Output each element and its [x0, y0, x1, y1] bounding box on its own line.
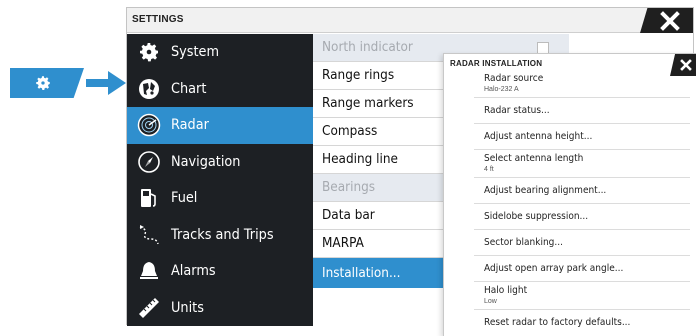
option-label: Installation...	[322, 265, 401, 281]
adjust-antenna-height-item[interactable]: Adjust antenna height...	[474, 124, 690, 150]
gear-icon	[36, 76, 50, 91]
settings-title: SETTINGS	[132, 14, 184, 25]
menu-item-units[interactable]: Units	[127, 290, 313, 327]
radar-installation-title: RADAR INSTALLATION	[450, 59, 543, 68]
select-antenna-length-item[interactable]: Select antenna length 4 ft	[474, 150, 690, 178]
tracks-icon	[127, 217, 171, 253]
ruler-icon	[127, 290, 171, 326]
option-label: Range rings	[322, 68, 395, 83]
menu-item-label: Radar	[171, 117, 209, 134]
option-label: Data bar	[322, 208, 375, 223]
sector-blanking-label: Sector blanking...	[484, 237, 563, 248]
sidelobe-suppression-label: Sidelobe suppression...	[484, 211, 589, 222]
menu-item-chart[interactable]: Chart	[127, 71, 313, 108]
radar-source-item[interactable]: Radar source Halo-232 A	[474, 70, 690, 98]
radar-status-label: Radar status...	[484, 105, 550, 116]
option-label: North indicator	[322, 40, 413, 55]
adjust-park-angle-label: Adjust open array park angle...	[484, 263, 624, 274]
select-antenna-length-label: Select antenna length	[484, 153, 584, 164]
option-label: Compass	[322, 124, 378, 139]
chart-icon	[127, 71, 171, 107]
antenna-length-value: 4 ft	[484, 166, 494, 173]
close-icon	[659, 10, 680, 31]
settings-title-bar: SETTINGS	[127, 8, 693, 33]
radar-source-label: Radar source	[484, 73, 544, 84]
radar-icon	[127, 107, 171, 143]
sector-blanking-item[interactable]: Sector blanking...	[474, 230, 690, 256]
radar-status-item[interactable]: Radar status...	[474, 98, 690, 124]
settings-launcher-tile[interactable]	[10, 68, 84, 98]
adjust-bearing-alignment-item[interactable]: Adjust bearing alignment...	[474, 178, 690, 204]
menu-item-system[interactable]: System	[127, 34, 313, 71]
menu-item-label: Alarms	[171, 263, 216, 280]
halo-light-item[interactable]: Halo light Low	[474, 282, 690, 310]
menu-item-navigation[interactable]: Navigation	[127, 144, 313, 181]
reset-radar-defaults-label: Reset radar to factory defaults...	[484, 317, 631, 328]
arrow-right-icon	[86, 71, 126, 95]
reset-radar-defaults-item[interactable]: Reset radar to factory defaults...	[474, 310, 690, 336]
menu-item-label: System	[171, 44, 220, 61]
menu-item-label: Tracks and Trips	[171, 226, 274, 243]
menu-item-fuel[interactable]: Fuel	[127, 180, 313, 217]
adjust-park-angle-item[interactable]: Adjust open array park angle...	[474, 256, 690, 282]
bell-icon	[127, 253, 171, 289]
menu-item-tracks-and-trips[interactable]: Tracks and Trips	[127, 217, 313, 254]
adjust-bearing-alignment-label: Adjust bearing alignment...	[484, 185, 607, 196]
menu-item-label: Units	[171, 299, 204, 316]
halo-light-label: Halo light	[484, 285, 528, 296]
option-label: MARPA	[322, 236, 364, 251]
radar-installation-dialog: RADAR INSTALLATION Radar source Halo-232…	[443, 53, 696, 336]
menu-item-alarms[interactable]: Alarms	[127, 253, 313, 290]
fuel-pump-icon	[127, 180, 171, 216]
option-label: Bearings	[322, 180, 376, 195]
settings-category-menu: System Chart Radar Navigation Fuel Track…	[127, 34, 313, 326]
settings-launcher[interactable]	[10, 68, 84, 98]
sidelobe-suppression-item[interactable]: Sidelobe suppression...	[474, 204, 690, 230]
adjust-antenna-height-label: Adjust antenna height...	[484, 131, 593, 142]
gear-icon	[127, 34, 171, 70]
option-label: Heading line	[322, 152, 398, 167]
compass-icon	[127, 144, 171, 180]
menu-item-radar[interactable]: Radar	[127, 107, 313, 144]
halo-light-value: Low	[484, 298, 497, 305]
menu-item-label: Chart	[171, 80, 207, 97]
menu-item-label: Navigation	[171, 153, 241, 170]
radar-source-value: Halo-232 A	[484, 86, 519, 93]
menu-item-label: Fuel	[171, 190, 198, 207]
option-label: Range markers	[322, 96, 414, 111]
settings-close-button[interactable]	[640, 8, 693, 33]
